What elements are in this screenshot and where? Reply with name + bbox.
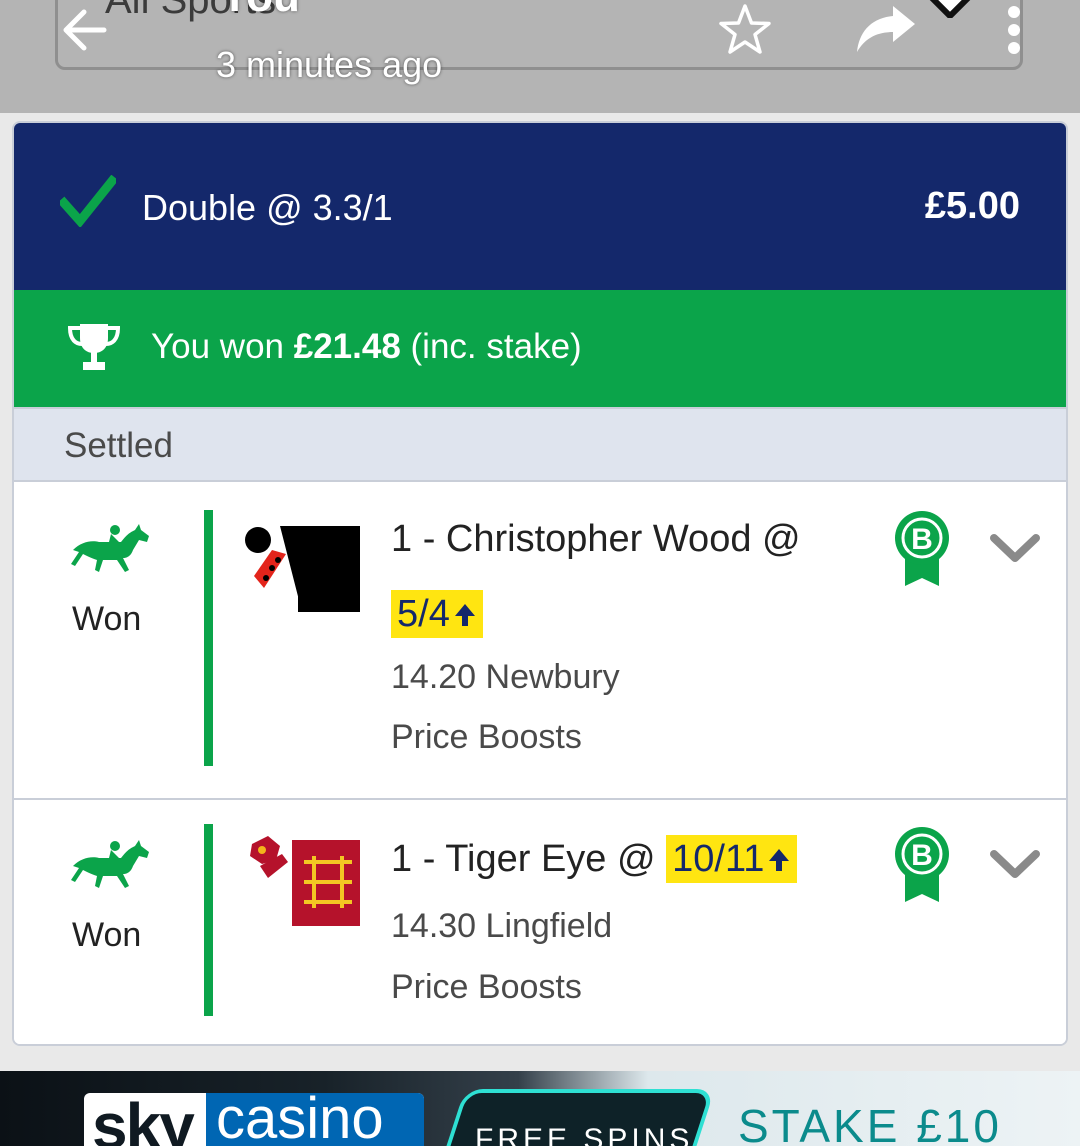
selection-name: 1 - Christopher Wood @	[391, 518, 801, 561]
market-name: Price Boosts	[391, 718, 582, 756]
jockey-silks-icon	[250, 836, 360, 926]
top-app-bar: All Sports You 3 minutes ago	[0, 0, 1080, 113]
selection-text: 1 - Christopher Wood @	[391, 518, 801, 560]
ad-banner[interactable]: sky casino FREE SPINS STAKE £10	[0, 1071, 1080, 1146]
selection-text: 1 - Tiger Eye @	[391, 838, 656, 880]
won-suffix: (inc. stake)	[410, 327, 582, 366]
odds-value: 5/4	[397, 593, 450, 635]
leg-divider	[204, 824, 213, 1016]
diamond-icon[interactable]	[925, 0, 975, 18]
won-amount: £21.48	[293, 327, 401, 366]
bet-status-bar: Settled	[14, 407, 1066, 482]
boosted-odds: 10/11	[666, 835, 798, 883]
selection-name: 1 - Tiger Eye @ 10/11	[391, 835, 798, 883]
leg-divider	[204, 510, 213, 766]
chevron-down-icon[interactable]	[990, 848, 1040, 880]
check-icon	[60, 175, 116, 227]
sender-name: You	[220, 0, 300, 22]
bet-header[interactable]: Double @ 3.3/1 £5.00	[14, 123, 1066, 290]
horse-icon	[71, 840, 149, 888]
winnings-banner: You won £21.48 (inc. stake)	[14, 290, 1066, 407]
race-info: 14.20 Newbury	[391, 658, 620, 696]
trophy-icon	[67, 324, 121, 370]
ad-brand-casino: casino	[216, 1086, 384, 1146]
star-icon[interactable]	[717, 2, 773, 58]
selection-row[interactable]: Won 1 - Tiger Eye @ 10/11 14.30 Lingfiel…	[14, 798, 1066, 1044]
ad-logo: sky casino	[84, 1086, 424, 1146]
boost-badge-icon: B	[895, 511, 949, 586]
chevron-down-icon[interactable]	[990, 532, 1040, 564]
badge-letter: B	[911, 523, 933, 556]
message-timestamp: 3 minutes ago	[216, 44, 443, 85]
market-name: Price Boosts	[391, 968, 582, 1006]
boosted-odds: 5/4	[391, 590, 483, 638]
ad-spins-text: FREE SPINS	[475, 1123, 694, 1146]
selection-odds-line: 5/4	[391, 590, 483, 638]
leg-result: Won	[72, 600, 142, 638]
bet-type-title: Double @ 3.3/1	[142, 187, 393, 228]
odds-value: 10/11	[672, 838, 765, 880]
bet-card: Double @ 3.3/1 £5.00 You won £21.48 (inc…	[12, 121, 1068, 1046]
more-icon[interactable]	[1004, 4, 1024, 56]
badge-letter: B	[911, 839, 933, 872]
winnings-text: You won £21.48 (inc. stake)	[151, 327, 582, 367]
race-info: 14.30 Lingfield	[391, 907, 613, 945]
stake-amount: £5.00	[924, 185, 1020, 227]
jockey-silks-icon	[245, 526, 360, 612]
horse-icon	[71, 524, 149, 572]
status-label: Settled	[64, 426, 173, 465]
boost-badge-icon: B	[895, 827, 949, 902]
won-prefix: You won	[151, 327, 284, 366]
ad-offer-text: STAKE £10	[738, 1100, 1002, 1146]
share-icon[interactable]	[855, 4, 917, 54]
selection-row[interactable]: Won 1 - Christopher Wood @ 5/4 14.20 New…	[14, 482, 1066, 796]
back-arrow-icon[interactable]	[58, 4, 110, 56]
ad-brand-sky: sky	[92, 1090, 195, 1146]
boost-arrow-icon	[454, 604, 475, 626]
boost-arrow-icon	[769, 849, 790, 871]
leg-result: Won	[72, 916, 142, 954]
